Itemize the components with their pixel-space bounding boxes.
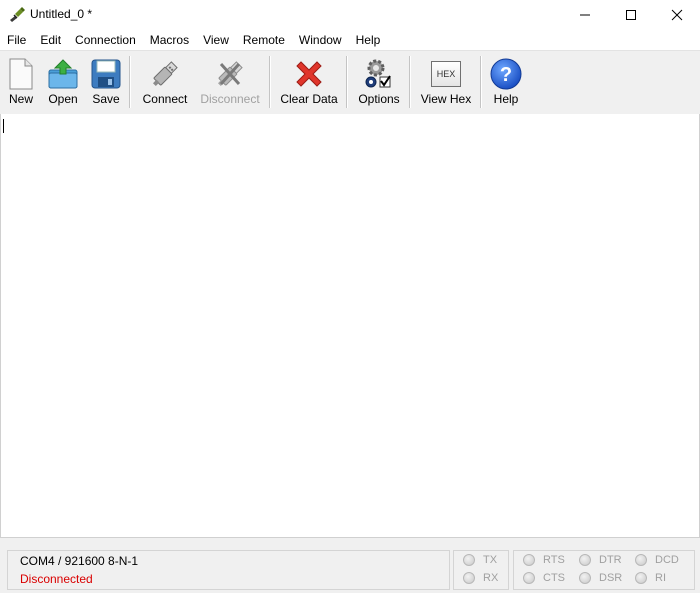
view-hex-button[interactable]: HEX View Hex <box>420 51 472 114</box>
minimize-icon <box>580 14 590 16</box>
hex-icon-box: HEX <box>431 61 461 87</box>
tx-indicator: TX <box>463 554 497 566</box>
options-button[interactable]: Options <box>356 51 402 114</box>
help-button[interactable]: ? Help <box>490 51 522 114</box>
rx-indicator: RX <box>463 572 498 584</box>
open-folder-icon <box>46 57 80 91</box>
connect-label: Connect <box>142 92 188 106</box>
dtr-indicator: DTR <box>579 554 622 566</box>
app-icon <box>8 6 26 24</box>
svg-text:?: ? <box>500 64 512 86</box>
close-button[interactable] <box>654 0 700 30</box>
minimize-button[interactable] <box>562 0 608 30</box>
status-bar: COM4 / 921600 8-N-1 Disconnected TX RX R… <box>0 538 700 593</box>
close-icon <box>671 9 683 21</box>
text-caret <box>3 119 4 133</box>
toolbar-separator <box>269 56 271 108</box>
connect-button[interactable]: Connect <box>140 51 190 114</box>
terminal-text-area[interactable] <box>0 114 700 538</box>
title-bar: Untitled_0 * <box>0 0 700 30</box>
red-x-icon <box>292 57 326 91</box>
maximize-button[interactable] <box>608 0 654 30</box>
menu-view[interactable]: View <box>196 30 236 50</box>
toolbar-separator <box>346 56 348 108</box>
disconnect-label: Disconnect <box>200 92 260 106</box>
window-title: Untitled_0 * <box>30 7 93 21</box>
led-icon <box>523 572 535 584</box>
clear-data-button[interactable]: Clear Data <box>280 51 338 114</box>
menu-macros[interactable]: Macros <box>143 30 196 50</box>
save-button[interactable]: Save <box>89 51 123 114</box>
menu-window[interactable]: Window <box>292 30 349 50</box>
toolbar-separator <box>480 56 482 108</box>
save-label: Save <box>92 92 120 106</box>
usb-plug-icon <box>148 57 182 91</box>
open-label: Open <box>48 92 78 106</box>
toolbar-separator <box>129 56 131 108</box>
port-settings-text: COM4 / 921600 8-N-1 <box>20 554 139 568</box>
help-label: Help <box>493 92 519 106</box>
clear-data-label: Clear Data <box>280 92 338 106</box>
new-file-icon <box>4 57 38 91</box>
cts-indicator: CTS <box>523 572 565 584</box>
toolbar: New Open Save Connect Disconnect Clear D… <box>0 50 700 115</box>
led-icon <box>463 572 475 584</box>
led-icon <box>579 572 591 584</box>
dsr-indicator: DSR <box>579 572 622 584</box>
save-disk-icon <box>89 57 123 91</box>
led-icon <box>635 572 647 584</box>
menu-help[interactable]: Help <box>349 30 388 50</box>
led-icon <box>635 554 647 566</box>
led-icon <box>579 554 591 566</box>
maximize-icon <box>626 10 636 20</box>
dcd-indicator: DCD <box>635 554 679 566</box>
tx-rx-panel: TX RX <box>453 550 509 590</box>
gears-settings-icon <box>362 57 396 91</box>
open-button[interactable]: Open <box>44 51 82 114</box>
new-button[interactable]: New <box>4 51 38 114</box>
menu-bar: File Edit Connection Macros View Remote … <box>0 30 700 50</box>
ri-indicator: RI <box>635 572 666 584</box>
line-signals-panel: RTS CTS DTR DSR DCD RI <box>513 550 695 590</box>
new-label: New <box>8 92 33 106</box>
connection-status-text: Disconnected <box>20 572 93 586</box>
options-label: Options <box>358 92 400 106</box>
hex-icon: HEX <box>429 57 463 91</box>
disconnect-button[interactable]: Disconnect <box>199 51 261 114</box>
led-icon <box>463 554 475 566</box>
help-question-icon: ? <box>489 57 523 91</box>
led-icon <box>523 554 535 566</box>
toolbar-separator <box>409 56 411 108</box>
menu-remote[interactable]: Remote <box>236 30 292 50</box>
rts-indicator: RTS <box>523 554 565 566</box>
connection-status-panel: COM4 / 921600 8-N-1 Disconnected <box>7 550 450 590</box>
usb-unplug-icon <box>213 57 247 91</box>
view-hex-label: View Hex <box>420 92 472 106</box>
menu-file[interactable]: File <box>0 30 33 50</box>
menu-edit[interactable]: Edit <box>33 30 68 50</box>
menu-connection[interactable]: Connection <box>68 30 143 50</box>
